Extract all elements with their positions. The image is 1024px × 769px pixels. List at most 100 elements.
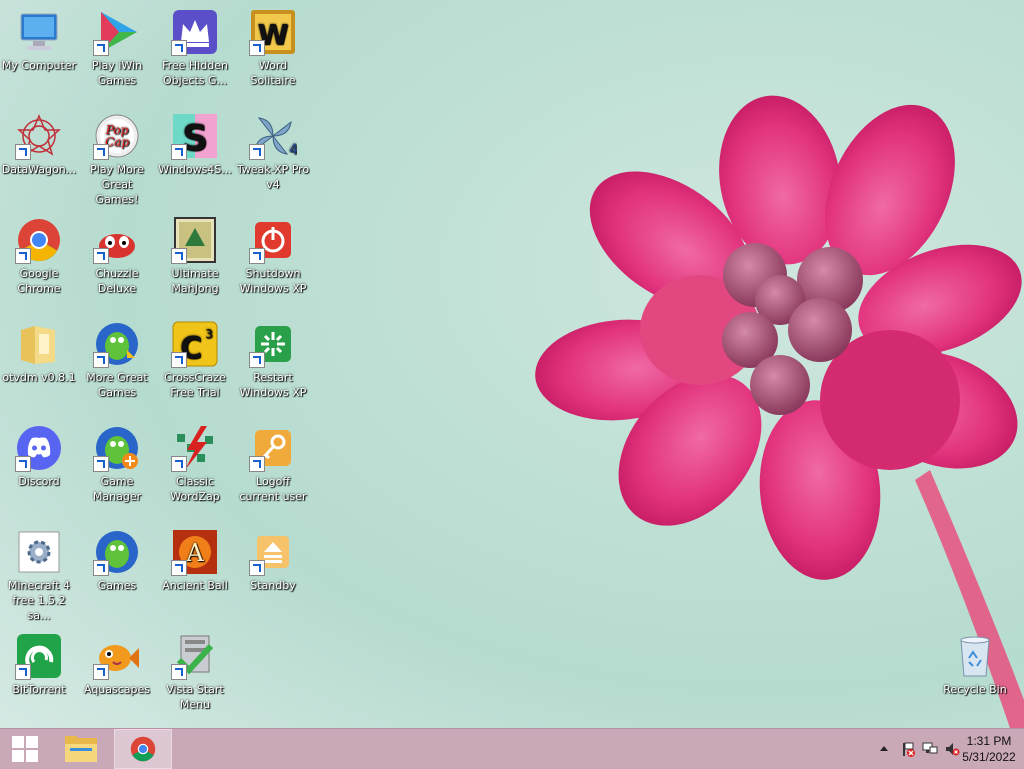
file-explorer-button[interactable] [56,729,106,769]
shortcut-arrow-icon [93,352,109,368]
desktop-icon-my-computer[interactable]: My Computer [0,2,78,106]
desktop-icon-minecraft[interactable]: Minecraft 4 free 1.5.2 sa... [0,522,78,626]
restart-icon [249,320,297,368]
chrome-icon [15,216,63,264]
icon-label: Game Manager [92,475,142,503]
svg-text:4: 4 [289,142,297,158]
windows4s-icon: S [171,112,219,160]
desktop-icon-windows4s[interactable]: S Windows4S... [156,106,234,210]
power-icon [249,216,297,264]
shortcut-arrow-icon [15,456,31,472]
shortcut-arrow-icon [93,144,109,160]
shortcut-arrow-icon [171,40,187,56]
icon-label: Discord [18,475,60,488]
icon-label: Recycle Bin [943,683,1007,696]
icon-label: Chuzzle Deluxe [95,267,139,295]
icon-label: DataWagon... [1,163,77,176]
desktop-icon-shutdown-windows-xp[interactable]: Shutdown Windows XP [234,210,312,314]
desktop-icon-bittorrent[interactable]: BitTorrent [0,626,78,730]
icon-label: Standby [250,579,296,592]
clock-time: 1:31 PM [966,734,1012,748]
standby-icon [249,528,297,576]
icon-label: CrossCraze Free Trial [164,371,226,399]
icon-label: Shutdown Windows XP [239,267,307,295]
desktop-icon-games[interactable]: Games [78,522,156,626]
windows-logo-icon [12,736,38,762]
shortcut-arrow-icon [171,144,187,160]
icon-label: My Computer [1,59,77,72]
shortcut-arrow-icon [15,144,31,160]
desktop-icon-more-great-games[interactable]: More Great Games [78,314,156,418]
taskbar: 1:31 PM 5/31/2022 [0,728,1024,769]
folder-icon [15,320,63,368]
desktop-icon-tweak-xp-pro[interactable]: 4 Tweak-XP Pro v4 [234,106,312,210]
desktop-icon-vista-start-menu[interactable]: Vista Start Menu [156,626,234,730]
shortcut-arrow-icon [171,352,187,368]
desktop-icon-play-more-great-games[interactable]: Pop Cap Play More Great Games! [78,106,156,210]
icon-label: Restart Windows XP [239,371,307,399]
desktop-icon-logoff-current-user[interactable]: Logoff current user [234,418,312,522]
show-hidden-icons-chevron-icon[interactable] [876,741,892,757]
desktop-icon-recycle-bin[interactable]: Recycle Bin [936,626,1014,730]
ancient-ball-icon: A [171,528,219,576]
desktop-icon-free-hidden-objects[interactable]: Free Hidden Objects G... [156,2,234,106]
desktop-icon-word-solitaire[interactable]: W Word Solitaire [234,2,312,106]
desktop-icon-otvdm[interactable]: otvdm v0.8.1 [0,314,78,418]
desktop-icon-game-manager[interactable]: Game Manager [78,418,156,522]
desktop-icon-discord[interactable]: Discord [0,418,78,522]
shortcut-arrow-icon [93,248,109,264]
desktop-icon-standby[interactable]: Standby [234,522,312,626]
shortcut-arrow-icon [249,248,265,264]
game-manager-icon [93,424,141,472]
start-button[interactable] [0,729,50,769]
clock[interactable]: 1:31 PM 5/31/2022 [958,733,1020,765]
icon-label: Minecraft 4 free 1.5.2 sa... [7,579,71,622]
installer-gear-icon [15,528,63,576]
shortcut-arrow-icon [15,248,31,264]
icon-label: Word Solitaire [250,59,296,87]
discord-icon [15,424,63,472]
clock-date: 5/31/2022 [962,750,1016,764]
desktop-icon-crosscraze[interactable]: C3 CrossCraze Free Trial [156,314,234,418]
desktop-icon-ancient-ball[interactable]: A Ancient Ball [156,522,234,626]
recycle-bin-icon [951,632,999,680]
desktop-icon-google-chrome[interactable]: Google Chrome [0,210,78,314]
desktop-icon-aquascapes[interactable]: Aquascapes [78,626,156,730]
computer-icon [15,8,63,56]
desktop-icon-chuzzle-deluxe[interactable]: Chuzzle Deluxe [78,210,156,314]
chrome-taskbar-button[interactable] [114,729,172,769]
shortcut-arrow-icon [171,248,187,264]
desktop-icon-datawagon[interactable]: DataWagon... [0,106,78,210]
icon-label: Games [97,579,137,592]
icon-label: More Great Games [86,371,148,399]
mahjong-icon [171,216,219,264]
chuzzle-icon [93,216,141,264]
desktop-icon-ultimate-mahjong[interactable]: Ultimate MahJong [156,210,234,314]
shortcut-arrow-icon [249,40,265,56]
crown-icon [171,8,219,56]
wordzap-icon [171,424,219,472]
icon-label: Ancient Ball [162,579,228,592]
word-solitaire-icon: W [249,8,297,56]
network-icon[interactable] [922,741,938,757]
icon-label: BitTorrent [12,683,66,696]
shortcut-arrow-icon [171,456,187,472]
desktop-icon-classic-wordzap[interactable]: Classic WordZap [156,418,234,522]
shortcut-arrow-icon [249,352,265,368]
icon-label: Tweak-XP Pro v4 [236,163,310,191]
system-tray: 1:31 PM 5/31/2022 [834,729,1024,769]
datawagon-icon [15,112,63,160]
action-center-flag-icon[interactable] [900,741,916,757]
icon-label: Google Chrome [17,267,61,295]
shortcut-arrow-icon [93,456,109,472]
shortcut-arrow-icon [93,40,109,56]
desktop-icon-play-iwin-games[interactable]: Play iWin Games [78,2,156,106]
shortcut-arrow-icon [249,144,265,160]
key-icon [249,424,297,472]
shortcut-arrow-icon [15,664,31,680]
shortcut-arrow-icon [249,456,265,472]
icon-label: Logoff current user [239,475,307,503]
desktop-icon-restart-windows-xp[interactable]: Restart Windows XP [234,314,312,418]
fish-icon [93,632,141,680]
icon-label: Play iWin Games [91,59,143,87]
